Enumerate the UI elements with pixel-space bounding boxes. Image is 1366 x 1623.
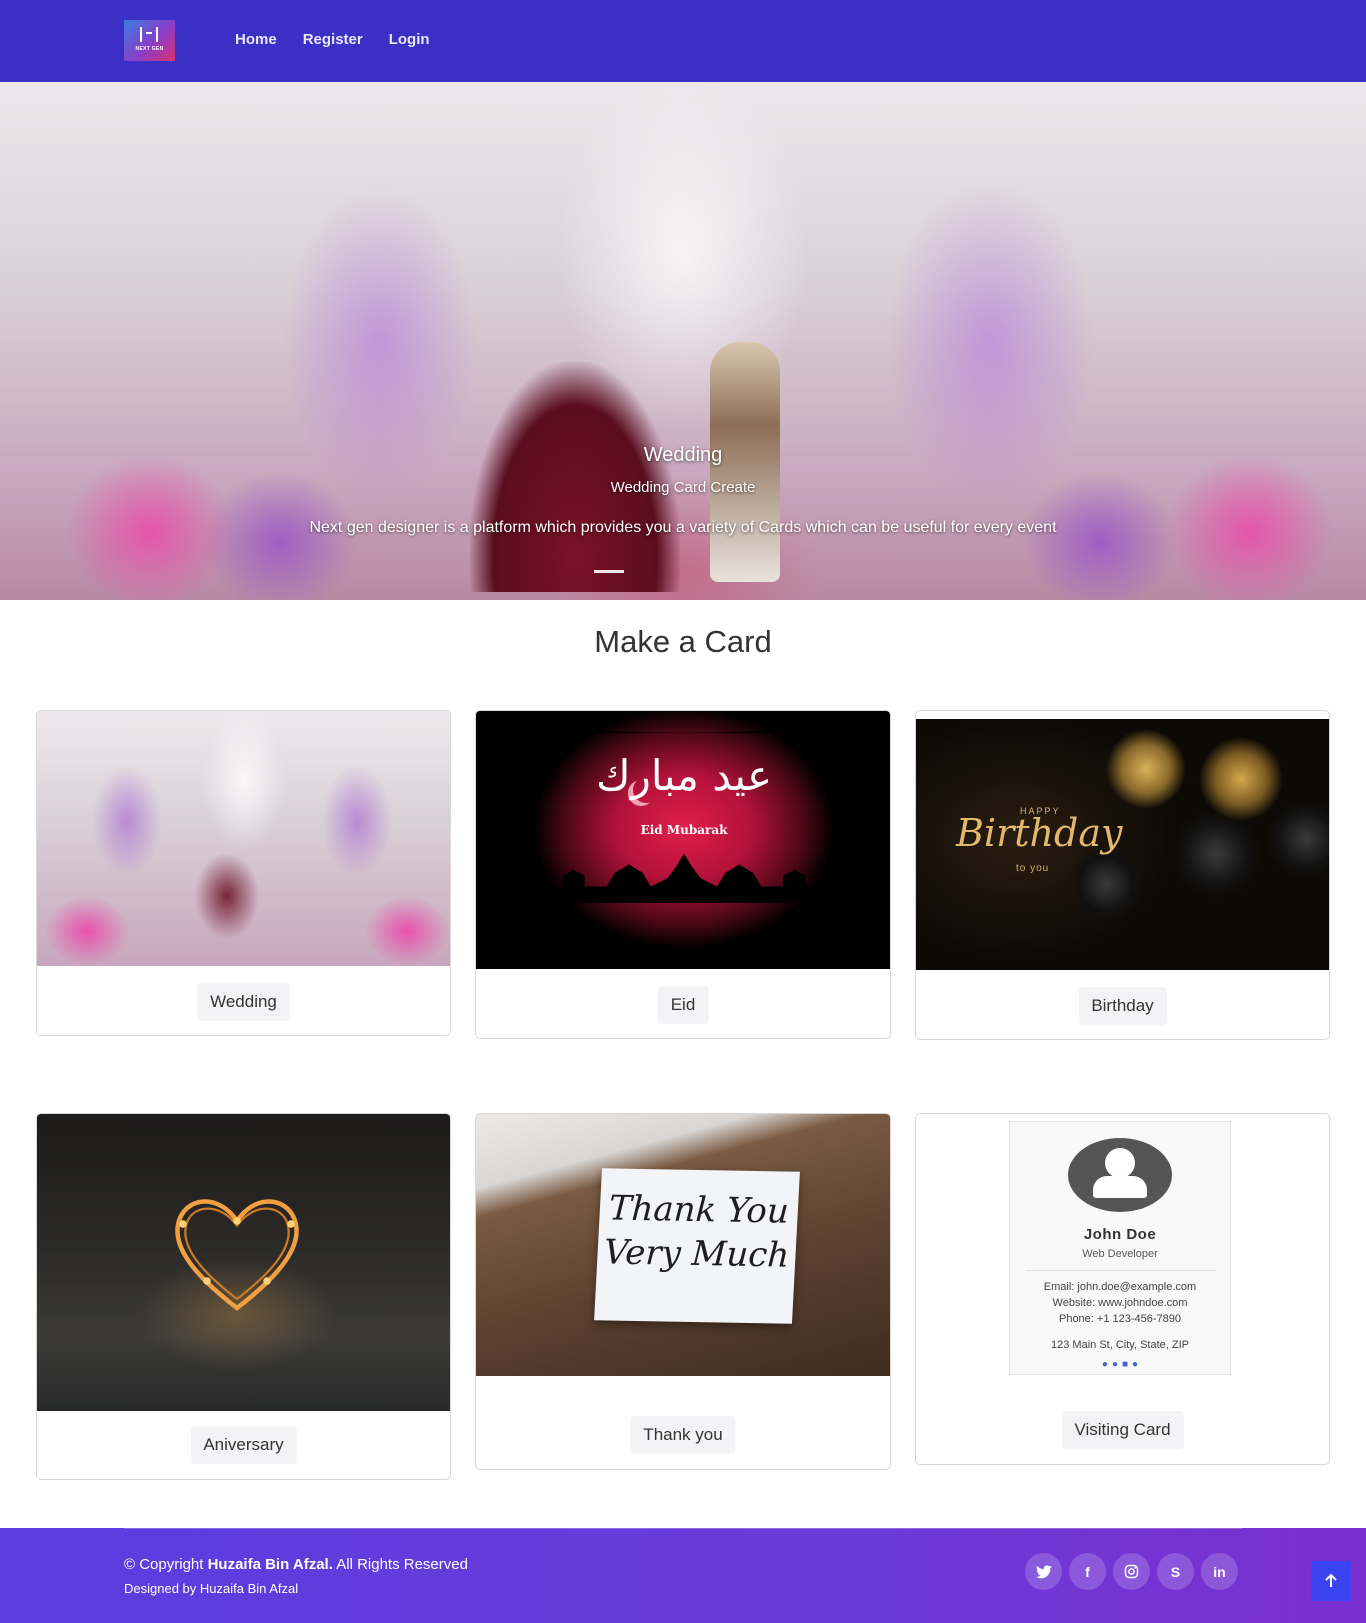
social-links: f S in (1025, 1553, 1238, 1590)
copyright-text: © Copyright Huzaifa Bin Afzal. All Right… (124, 1556, 468, 1573)
vc-email: Email: john.doe@example.com (1043, 1281, 1197, 1293)
thank-you-button[interactable]: Thank you (630, 1416, 736, 1454)
card-visiting[interactable]: John Doe Web Developer Email: john.doe@e… (915, 1113, 1330, 1465)
birthday-button[interactable]: Birthday (1078, 987, 1167, 1025)
arrow-up-icon (1325, 1573, 1337, 1587)
wedding-image (37, 711, 450, 966)
thank-you-image: Thank You Very Much (476, 1114, 890, 1376)
birthday-script-text: Birthday (956, 811, 1123, 855)
logo-mark-icon (140, 27, 158, 42)
facebook-icon[interactable]: f (1069, 1553, 1106, 1590)
linkedin-icon[interactable]: in (1201, 1553, 1238, 1590)
logo-text: NEXT GEN (135, 46, 164, 52)
bride-figure (470, 362, 680, 592)
thank-you-script: Thank You Very Much (597, 1186, 799, 1277)
birthday-image: HAPPY Birthday to you (916, 719, 1329, 970)
twitter-icon: ● (1101, 1359, 1108, 1370)
heart-lights-icon (175, 1199, 299, 1311)
eid-image: عيد مبارك Eid Mubarak (476, 711, 890, 971)
linkedin-icon: ■ (1122, 1359, 1129, 1370)
site-header: NEXT GEN Home Register Login (0, 0, 1366, 82)
footer-divider (124, 1528, 1242, 1529)
hero-description: Next gen designer is a platform which pr… (309, 519, 1057, 536)
user-avatar-icon (1068, 1138, 1172, 1212)
section-title: Make a Card (594, 624, 772, 659)
vc-address: 123 Main St, City, State, ZIP (1051, 1339, 1189, 1351)
site-footer: © Copyright Huzaifa Bin Afzal. All Right… (0, 1528, 1366, 1623)
site-logo[interactable]: NEXT GEN (124, 20, 175, 61)
card-aniversary[interactable]: Aniversary (36, 1113, 451, 1480)
eid-mubarak-text: Eid Mubarak (640, 823, 728, 837)
thank-you-note: Thank You Very Much (594, 1168, 800, 1324)
twitter-icon[interactable] (1025, 1553, 1062, 1590)
vc-role: Web Developer (1082, 1248, 1158, 1260)
wedding-button[interactable]: Wedding (197, 983, 290, 1021)
aniversary-image (37, 1114, 450, 1411)
carousel-indicator[interactable] (594, 570, 624, 573)
eid-arch: عيد مبارك Eid Mubarak (511, 711, 857, 971)
facebook-icon: ● (1111, 1359, 1118, 1370)
visiting-card-button[interactable]: Visiting Card (1061, 1411, 1184, 1449)
hero-title: Wedding (643, 444, 723, 466)
hero-subtitle: Wedding Card Create (610, 479, 756, 496)
thank-you-line-2: Very Much (602, 1232, 791, 1276)
vc-divider (1026, 1270, 1216, 1271)
eid-button[interactable]: Eid (657, 986, 709, 1024)
card-thank-you[interactable]: Thank You Very Much Thank you (475, 1113, 891, 1470)
aniversary-button[interactable]: Aniversary (190, 1426, 297, 1464)
instagram-icon[interactable] (1113, 1553, 1150, 1590)
skype-icon[interactable]: S (1157, 1553, 1194, 1590)
hero-carousel[interactable]: Wedding Wedding Card Create Next gen des… (0, 82, 1366, 600)
nav-register-link[interactable]: Register (303, 31, 363, 48)
eid-arabic-text: عيد مبارك (596, 751, 772, 800)
birthday-to-you-text: to you (1016, 863, 1050, 874)
main-nav: Home Register Login (235, 31, 430, 48)
vc-social-icons: ● ● ■ ● (1010, 1359, 1230, 1370)
vc-phone: Phone: +1 123-456-7890 (1058, 1313, 1182, 1325)
hero-couple-photo (460, 262, 790, 600)
card-birthday[interactable]: HAPPY Birthday to you Birthday (915, 710, 1330, 1040)
visiting-card-preview: John Doe Web Developer Email: john.doe@e… (1009, 1121, 1231, 1375)
vc-website: Website: www.johndoe.com (1052, 1297, 1188, 1309)
thank-you-line-1: Thank You (607, 1188, 790, 1232)
card-eid[interactable]: عيد مبارك Eid Mubarak Eid (475, 710, 891, 1039)
copyright-name: Huzaifa Bin Afzal. (207, 1556, 333, 1573)
nav-home-link[interactable]: Home (235, 31, 277, 48)
github-icon: ● (1132, 1359, 1139, 1370)
vc-name: John Doe (1083, 1226, 1157, 1243)
nav-login-link[interactable]: Login (389, 31, 430, 48)
back-to-top-button[interactable] (1311, 1561, 1351, 1601)
card-wedding[interactable]: Wedding (36, 710, 451, 1036)
designed-by-text: Designed by Huzaifa Bin Afzal (124, 1581, 299, 1596)
